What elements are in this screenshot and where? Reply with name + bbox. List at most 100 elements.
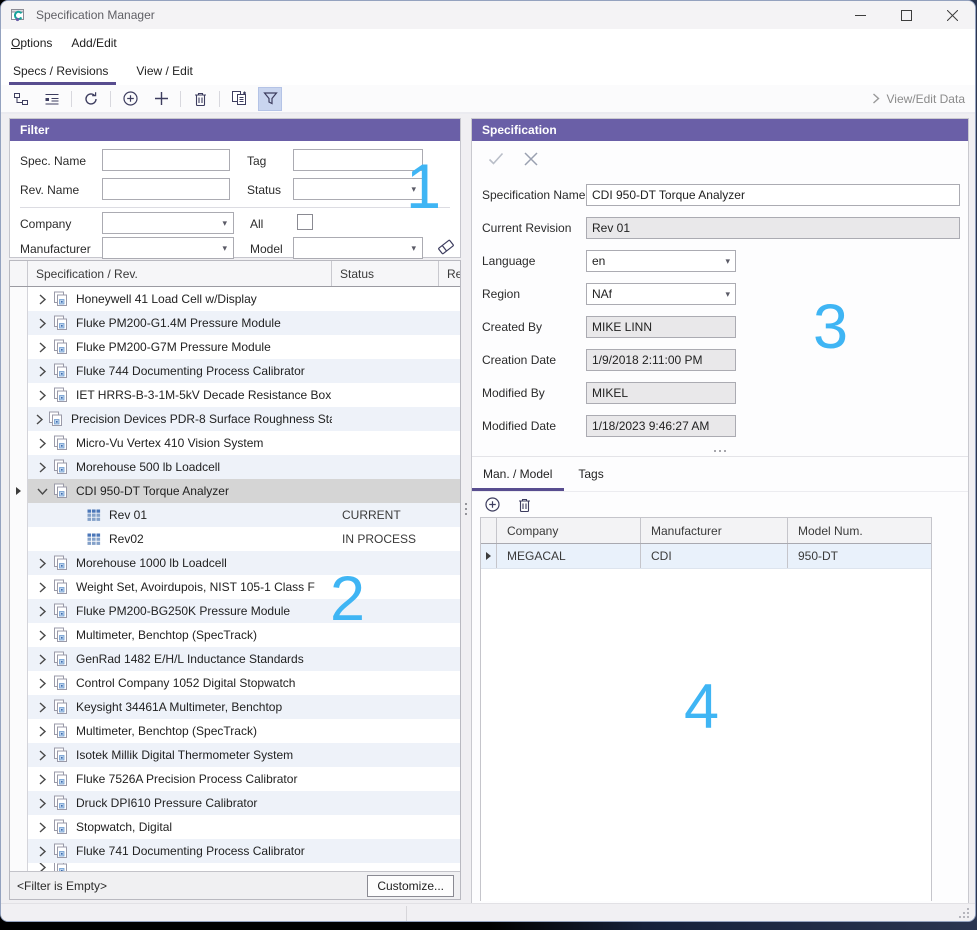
all-checkbox[interactable] <box>297 214 313 230</box>
tree-row[interactable]: Stopwatch, Digital <box>10 815 460 839</box>
tab-specs-revisions[interactable]: Specs / Revisions <box>11 56 110 85</box>
expand-chevron-icon[interactable] <box>35 726 49 737</box>
tree-row[interactable]: Fluke PM200-G7M Pressure Module <box>10 335 460 359</box>
tree-row[interactable]: GenRad 1482 E/H/L Inductance Standards <box>10 647 460 671</box>
menu-add-edit[interactable]: Add/Edit <box>71 36 116 50</box>
tab-man-model[interactable]: Man. / Model <box>481 457 554 491</box>
expand-chevron-icon[interactable] <box>35 366 49 377</box>
tree-row[interactable]: Multimeter, Benchtop (SpecTrack) <box>10 719 460 743</box>
expand-chevron-icon[interactable] <box>35 558 49 569</box>
tree-row[interactable]: Fluke PM200-G1.4M Pressure Module <box>10 311 460 335</box>
expand-chevron-icon[interactable] <box>35 606 49 617</box>
tree-row[interactable]: Fluke 7526A Precision Process Calibrator <box>10 767 460 791</box>
expand-chevron-icon[interactable] <box>35 654 49 665</box>
field-control[interactable]: 1/18/2023 9:46:27 AM ▾ <box>586 415 736 437</box>
expand-chevron-icon[interactable] <box>35 438 49 449</box>
expand-chevron-icon[interactable] <box>35 774 49 785</box>
column-header-manufacturer[interactable]: Manufacturer <box>641 518 788 543</box>
expand-chevron-icon[interactable] <box>35 294 49 305</box>
expand-chevron-icon[interactable] <box>35 390 49 401</box>
column-header-status[interactable]: Status <box>332 261 439 286</box>
maximize-button[interactable] <box>883 1 929 29</box>
tree-row[interactable]: Rev 01 CURRENT <box>10 503 460 527</box>
filter-toggle-button[interactable] <box>258 87 282 111</box>
expand-chevron-icon[interactable] <box>68 534 82 545</box>
tree-row[interactable]: Honeywell 41 Load Cell w/Display <box>10 287 460 311</box>
add-button[interactable] <box>149 87 173 111</box>
tab-view-edit[interactable]: View / Edit <box>134 56 194 85</box>
delete-model-button[interactable] <box>514 495 534 515</box>
model-dropdown[interactable]: ▾ <box>293 237 423 259</box>
field-control[interactable]: Rev 01 ▾ <box>586 217 960 239</box>
resize-grip-icon[interactable] <box>957 906 970 919</box>
collapse-list-button[interactable] <box>40 87 64 111</box>
expand-chevron-icon[interactable] <box>35 462 49 473</box>
tag-input[interactable] <box>293 149 423 171</box>
field-control[interactable]: en ▾ <box>586 250 736 272</box>
tree-row[interactable]: Morehouse 1000 lb Loadcell <box>10 551 460 575</box>
tree-row[interactable] <box>10 863 460 871</box>
tree-row[interactable]: Fluke PM200-BG250K Pressure Module <box>10 599 460 623</box>
cancel-button[interactable] <box>521 149 541 169</box>
expand-chevron-icon[interactable] <box>35 487 49 496</box>
add-model-button[interactable] <box>482 495 502 515</box>
expand-chevron-icon[interactable] <box>35 630 49 641</box>
tree-row[interactable]: Rev02 IN PROCESS <box>10 527 460 551</box>
tree-row[interactable]: Keysight 34461A Multimeter, Benchtop <box>10 695 460 719</box>
expand-chevron-icon[interactable] <box>35 342 49 353</box>
company-dropdown[interactable]: ▾ <box>102 212 234 234</box>
view-edit-data-link[interactable]: View/Edit Data <box>872 92 966 106</box>
expand-chevron-icon[interactable] <box>68 510 82 521</box>
close-button[interactable] <box>929 1 975 29</box>
tree-row[interactable]: Micro-Vu Vertex 410 Vision System <box>10 431 460 455</box>
expand-chevron-icon[interactable] <box>35 582 49 593</box>
model-table-row[interactable]: MEGACAL CDI 950-DT <box>481 544 931 569</box>
tree-row[interactable]: Weight Set, Avoirdupois, NIST 105-1 Clas… <box>10 575 460 599</box>
field-control[interactable]: 1/9/2018 2:11:00 PM ▾ <box>586 349 736 371</box>
hierarchy-button[interactable] <box>9 87 33 111</box>
add-circle-button[interactable] <box>118 87 142 111</box>
apply-button[interactable] <box>486 149 506 169</box>
copy-spec-button[interactable] <box>227 87 251 111</box>
refresh-button[interactable] <box>79 87 103 111</box>
tab-tags[interactable]: Tags <box>576 457 605 491</box>
tree-row[interactable]: Fluke 741 Documenting Process Calibrator <box>10 839 460 863</box>
expand-chevron-icon[interactable] <box>35 678 49 689</box>
form-splitter-handle[interactable] <box>472 445 968 457</box>
tree-row[interactable]: CDI 950-DT Torque Analyzer <box>10 479 460 503</box>
customize-button[interactable]: Customize... <box>367 875 454 897</box>
panel-splitter[interactable] <box>461 118 471 900</box>
tree-row[interactable]: IET HRRS-B-3-1M-5kV Decade Resistance Bo… <box>10 383 460 407</box>
tree-row[interactable]: Multimeter, Benchtop (SpecTrack) <box>10 623 460 647</box>
field-control[interactable]: MIKE LINN ▾ <box>586 316 736 338</box>
tree-row[interactable]: Morehouse 500 lb Loadcell <box>10 455 460 479</box>
minimize-button[interactable] <box>837 1 883 29</box>
expand-chevron-icon[interactable] <box>35 846 49 857</box>
menu-options[interactable]: Options <box>11 36 52 50</box>
tree-row[interactable]: Fluke 744 Documenting Process Calibrator <box>10 359 460 383</box>
tree-row[interactable]: Druck DPI610 Pressure Calibrator <box>10 791 460 815</box>
expand-chevron-icon[interactable] <box>35 863 49 871</box>
expand-chevron-icon[interactable] <box>35 702 49 713</box>
column-header-company[interactable]: Company <box>497 518 641 543</box>
delete-button[interactable] <box>188 87 212 111</box>
expand-chevron-icon[interactable] <box>35 750 49 761</box>
status-dropdown[interactable]: ▾ <box>293 178 423 200</box>
clear-filter-button[interactable] <box>435 236 457 258</box>
column-header-rec[interactable]: Rec <box>439 261 460 286</box>
field-control[interactable]: MIKEL ▾ <box>586 382 736 404</box>
expand-chevron-icon[interactable] <box>35 798 49 809</box>
column-header-model-num[interactable]: Model Num. <box>788 518 931 543</box>
tree-row[interactable]: Isotek Millik Digital Thermometer System <box>10 743 460 767</box>
expand-chevron-icon[interactable] <box>35 414 44 425</box>
column-header-specification[interactable]: Specification / Rev. <box>28 261 332 286</box>
rev-name-input[interactable] <box>102 178 230 200</box>
expand-chevron-icon[interactable] <box>35 318 49 329</box>
tree-row[interactable]: Precision Devices PDR-8 Surface Roughnes… <box>10 407 460 431</box>
field-control[interactable]: NAf ▾ <box>586 283 736 305</box>
field-control[interactable]: CDI 950-DT Torque Analyzer ▾ <box>586 184 960 206</box>
expand-chevron-icon[interactable] <box>35 822 49 833</box>
manufacturer-dropdown[interactable]: ▾ <box>102 237 234 259</box>
spec-name-input[interactable] <box>102 149 230 171</box>
tree-row[interactable]: Control Company 1052 Digital Stopwatch <box>10 671 460 695</box>
